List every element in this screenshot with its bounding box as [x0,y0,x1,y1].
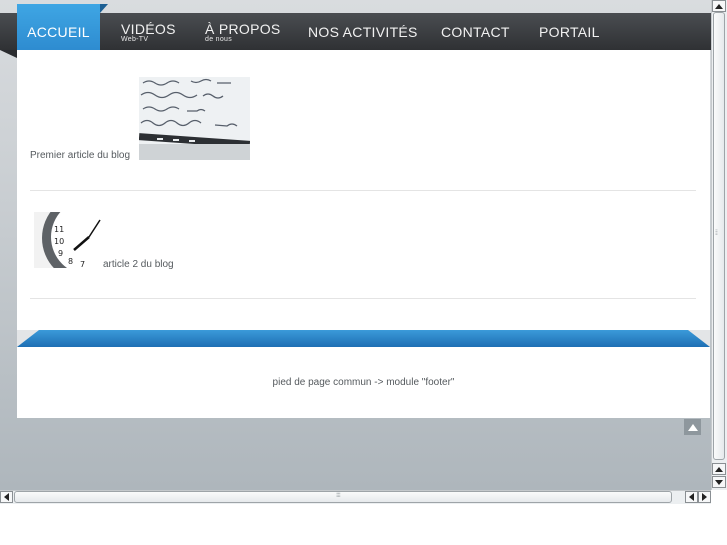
article-2-thumbnail[interactable]: 11 10 9 87 [34,212,105,268]
scroll-left-button[interactable] [0,491,13,503]
nav-item-videos[interactable]: VIDÉOS Web-TV [121,13,176,50]
scroll-grip-icon: ⁞⁞⁞⁞ [336,492,341,499]
article-2-title[interactable]: article 2 du blog [103,259,174,270]
svg-text:7: 7 [80,260,85,268]
nav-item-sublabel: Web-TV [121,35,149,43]
main-content: Premier article du blog 11 10 9 87 article… [17,50,710,330]
arrow-up-icon [687,423,698,431]
page-viewport: ACCUEIL VIDÉOS Web-TV À PROPOS de nous N… [0,0,711,490]
nav-item-nos-activites[interactable]: NOS ACTIVITÉS [308,13,418,50]
nav-item-label: CONTACT [441,23,510,40]
handwriting-image-icon [139,77,250,160]
back-to-top-button[interactable] [684,419,701,435]
nav-item-contact[interactable]: CONTACT [441,13,510,50]
scroll-down-button[interactable] [712,476,726,488]
footer-band-fold-right [688,330,710,347]
nav-item-a-propos[interactable]: À PROPOS de nous [205,13,281,50]
nav-item-sublabel: de nous [205,35,233,43]
article-divider [30,190,696,191]
clock-image-icon: 11 10 9 87 [34,212,105,268]
svg-text:9: 9 [58,249,63,258]
nav-item-label: PORTAIL [539,23,600,40]
article-1-title[interactable]: Premier article du blog [30,150,130,161]
footer-band [17,330,710,347]
svg-text:8: 8 [68,257,73,266]
article-1: Premier article du blog [30,150,696,161]
horizontal-scroll-thumb[interactable] [14,491,672,503]
scroll-up-button[interactable] [712,0,726,12]
nav-item-label: À PROPOS [205,20,281,37]
svg-text:10: 10 [54,237,64,246]
nav-item-label: ACCUEIL [27,24,90,40]
svg-text:11: 11 [54,225,64,234]
arrow-left-icon [689,493,694,501]
scroll-up-button-lower[interactable] [712,463,726,475]
scroll-right-button[interactable] [698,491,711,503]
arrow-left-icon [4,493,9,501]
nav-item-portail[interactable]: PORTAIL [539,13,600,50]
arrow-down-icon [715,479,723,485]
arrow-up-icon [715,466,723,472]
article-1-thumbnail[interactable] [139,77,250,160]
footer-band-fold-left [17,330,39,347]
nav-item-label: VIDÉOS [121,20,176,37]
article-2: article 2 du blog [103,259,663,270]
arrow-right-icon [702,493,707,501]
nav-active-fold [100,4,108,13]
navbar-fold [0,50,17,58]
arrow-up-icon [715,3,723,9]
page-footer: pied de page commun -> module "footer" [17,347,710,418]
article-divider [30,298,696,299]
nav-item-label: NOS ACTIVITÉS [308,23,418,40]
scroll-grip-icon: ⁞⁞ [715,230,718,237]
footer-text: pied de page commun -> module "footer" [272,377,455,388]
scroll-left-button-right[interactable] [685,491,698,503]
